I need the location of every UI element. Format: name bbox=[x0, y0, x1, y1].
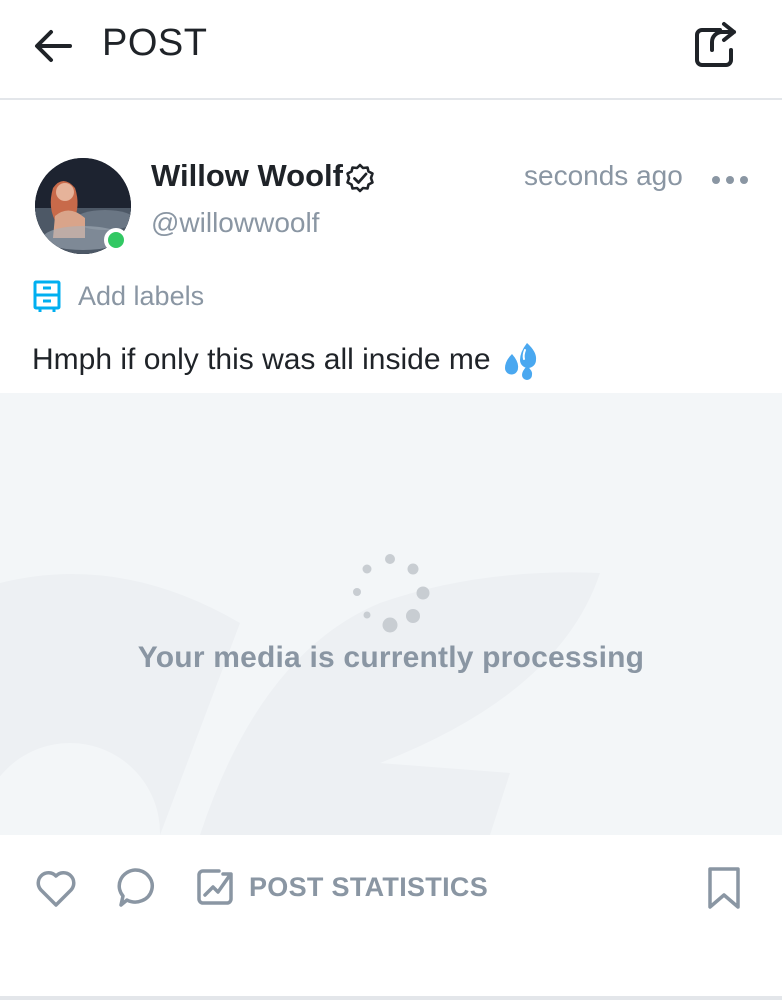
sweat-droplets-icon bbox=[504, 343, 536, 380]
share-icon bbox=[695, 22, 736, 67]
like-button[interactable] bbox=[34, 867, 78, 911]
back-button[interactable] bbox=[30, 24, 76, 68]
page-title: POST bbox=[102, 22, 208, 64]
post-statistics-button[interactable]: POST STATISTICS bbox=[195, 865, 488, 909]
label-icon bbox=[33, 280, 61, 312]
bookmark-icon bbox=[708, 867, 740, 909]
media-processing-area: Your media is currently processing bbox=[0, 393, 782, 835]
online-status-dot bbox=[104, 228, 128, 252]
post-text: Hmph if only this was all inside me bbox=[32, 340, 541, 380]
comment-icon bbox=[117, 868, 154, 907]
bottom-divider bbox=[0, 996, 782, 1000]
add-labels-label: Add labels bbox=[78, 280, 205, 311]
more-dots-icon bbox=[712, 176, 748, 184]
bookmark-button[interactable] bbox=[704, 865, 744, 911]
post-statistics-label: POST STATISTICS bbox=[249, 871, 489, 902]
author-name[interactable]: Willow Woolf bbox=[151, 158, 343, 194]
comment-button[interactable] bbox=[113, 865, 157, 911]
post-actions: POST STATISTICS bbox=[0, 835, 782, 1000]
verified-badge-icon bbox=[346, 163, 374, 193]
add-labels-button[interactable]: Add labels bbox=[32, 278, 204, 314]
statistics-icon bbox=[197, 869, 233, 905]
more-options-button[interactable] bbox=[710, 170, 750, 190]
heart-icon bbox=[36, 871, 76, 907]
arrow-left-icon bbox=[35, 30, 72, 62]
processing-status-text: Your media is currently processing bbox=[137, 641, 645, 674]
author-handle[interactable]: @willowwoolf bbox=[151, 207, 319, 239]
post-header: POST bbox=[0, 0, 782, 100]
share-button[interactable] bbox=[690, 20, 742, 72]
post-timestamp: seconds ago bbox=[524, 160, 683, 191]
post-text-content: Hmph if only this was all inside me bbox=[32, 343, 491, 376]
loading-spinner-icon bbox=[353, 554, 430, 633]
